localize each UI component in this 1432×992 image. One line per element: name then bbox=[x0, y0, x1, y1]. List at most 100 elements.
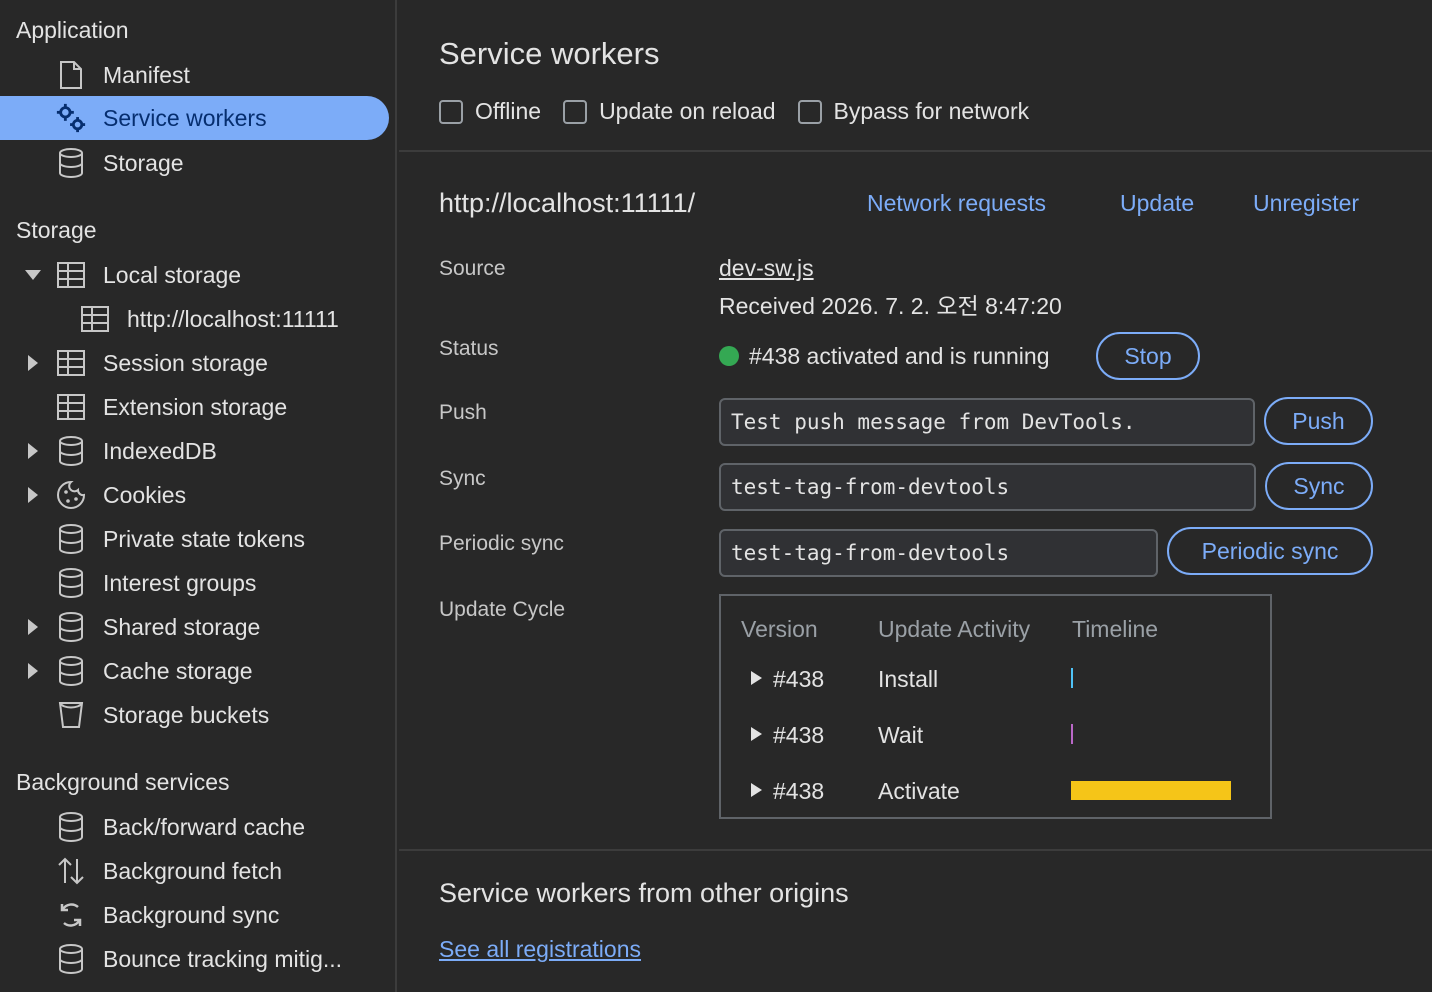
offline-option[interactable]: Offline bbox=[439, 98, 541, 125]
status-label: Status bbox=[439, 337, 499, 360]
network-requests-link[interactable]: Network requests bbox=[867, 190, 1046, 217]
offline-checkbox[interactable] bbox=[439, 99, 463, 124]
col-update-activity: Update Activity bbox=[878, 616, 1031, 642]
see-all-registrations-link[interactable]: See all registrations bbox=[439, 936, 641, 963]
offline-label: Offline bbox=[475, 98, 542, 124]
sidebar-item-label: Cache storage bbox=[103, 657, 253, 684]
push-button[interactable]: Push bbox=[1264, 397, 1373, 445]
cookie-icon bbox=[55, 479, 87, 511]
database-icon bbox=[55, 943, 87, 975]
sidebar-item-label: Background fetch bbox=[103, 857, 283, 884]
sync-icon bbox=[55, 899, 87, 931]
table-icon bbox=[55, 347, 87, 379]
sidebar-item-label: Extension storage bbox=[103, 393, 288, 420]
received-timestamp: Received 2026. 7. 2. 오전 8:47:20 bbox=[719, 293, 1062, 319]
unregister-link[interactable]: Unregister bbox=[1253, 190, 1359, 217]
bypass-for-network-option[interactable]: Bypass for network bbox=[797, 98, 1029, 125]
worker-origin: http://localhost:11111/ bbox=[439, 188, 696, 218]
update-on-reload-checkbox[interactable] bbox=[563, 99, 588, 124]
sidebar-item-storage[interactable]: Storage bbox=[0, 141, 389, 185]
sidebar-item-shared-storage[interactable]: Shared storage bbox=[0, 605, 389, 649]
sidebar-section-storage: Storage bbox=[16, 217, 97, 243]
divider bbox=[399, 150, 1432, 152]
sidebar-item-label: Cookies bbox=[103, 481, 187, 508]
update-on-reload-option[interactable]: Update on reload bbox=[563, 98, 776, 125]
chevron-down-icon[interactable] bbox=[24, 266, 42, 284]
sidebar-item-background-fetch[interactable]: Background fetch bbox=[0, 849, 389, 893]
sidebar-item-cache-storage[interactable]: Cache storage bbox=[0, 649, 389, 693]
push-label: Push bbox=[439, 401, 487, 424]
expand-triangle-icon[interactable] bbox=[751, 783, 762, 797]
sidebar-section-application: Application bbox=[16, 17, 129, 43]
periodic-sync-label: Periodic sync bbox=[439, 532, 564, 555]
sync-label: Sync bbox=[439, 467, 486, 490]
table-icon bbox=[55, 259, 87, 291]
database-icon bbox=[55, 811, 87, 843]
sidebar-item-service-workers[interactable]: Service workers bbox=[0, 96, 389, 140]
sidebar-item-private-state-tokens[interactable]: Private state tokens bbox=[0, 517, 389, 561]
source-label: Source bbox=[439, 257, 506, 280]
sidebar-item-indexeddb[interactable]: IndexedDB bbox=[0, 429, 389, 473]
sidebar-item-local-storage-origin[interactable]: http://localhost:11111 bbox=[0, 297, 389, 341]
sidebar-item-bounce-tracking[interactable]: Bounce tracking mitig... bbox=[0, 937, 389, 981]
sidebar-item-extension-storage[interactable]: Extension storage bbox=[0, 385, 389, 429]
sidebar-item-label: http://localhost:11111 bbox=[127, 305, 339, 332]
divider bbox=[399, 849, 1432, 851]
timeline-bar-activate bbox=[1071, 781, 1231, 800]
options-row: Offline Update on reload Bypass for netw… bbox=[439, 98, 1051, 125]
sidebar-item-manifest[interactable]: Manifest bbox=[0, 53, 389, 97]
sidebar-item-interest-groups[interactable]: Interest groups bbox=[0, 561, 389, 605]
row-version: #438 bbox=[773, 722, 825, 748]
sync-tag-input[interactable]: test-tag-from-devtools bbox=[719, 463, 1256, 511]
sync-button[interactable]: Sync bbox=[1265, 462, 1373, 510]
push-message-input[interactable]: Test push message from DevTools. bbox=[719, 398, 1255, 446]
page-title: Service workers bbox=[439, 36, 660, 71]
sidebar-item-label: Interest groups bbox=[103, 569, 257, 596]
sidebar-item-background-sync[interactable]: Background sync bbox=[0, 893, 389, 937]
chevron-right-icon[interactable] bbox=[24, 354, 42, 372]
timeline-bar-wait bbox=[1071, 724, 1073, 744]
update-link[interactable]: Update bbox=[1120, 190, 1194, 217]
chevron-right-icon[interactable] bbox=[24, 618, 42, 636]
bucket-icon bbox=[55, 699, 87, 731]
sidebar-item-back-forward-cache[interactable]: Back/forward cache bbox=[0, 805, 389, 849]
sidebar: Application Manifest Service workers Sto… bbox=[0, 0, 397, 992]
main-panel: Service workers Offline Update on reload… bbox=[399, 0, 1432, 992]
sidebar-item-label: Session storage bbox=[103, 349, 268, 376]
database-icon bbox=[55, 655, 87, 687]
periodic-sync-tag-input[interactable]: test-tag-from-devtools bbox=[719, 529, 1158, 577]
sidebar-item-label: Bounce tracking mitig... bbox=[103, 945, 343, 972]
sidebar-item-cookies[interactable]: Cookies bbox=[0, 473, 389, 517]
sidebar-item-label: Service workers bbox=[103, 104, 267, 131]
sidebar-item-session-storage[interactable]: Session storage bbox=[0, 341, 389, 385]
sidebar-item-label: Shared storage bbox=[103, 613, 261, 640]
database-icon bbox=[55, 567, 87, 599]
chevron-right-icon[interactable] bbox=[24, 486, 42, 504]
sidebar-item-label: Manifest bbox=[103, 61, 190, 88]
row-activity: Install bbox=[878, 666, 939, 692]
table-icon bbox=[55, 391, 87, 423]
up-down-arrows-icon bbox=[55, 855, 87, 887]
sidebar-item-label: Storage buckets bbox=[103, 701, 270, 728]
bypass-for-network-checkbox[interactable] bbox=[797, 99, 822, 124]
sidebar-item-storage-buckets[interactable]: Storage buckets bbox=[0, 693, 389, 737]
update-cycle-table: Version Update Activity Timeline #438 In… bbox=[719, 594, 1272, 819]
chevron-right-icon[interactable] bbox=[24, 662, 42, 680]
sidebar-item-local-storage[interactable]: Local storage bbox=[0, 253, 389, 297]
gears-icon bbox=[55, 102, 87, 134]
sidebar-item-label: Storage bbox=[103, 149, 184, 176]
other-origins-title: Service workers from other origins bbox=[439, 878, 849, 908]
sidebar-section-background-services: Background services bbox=[16, 769, 230, 795]
periodic-sync-button[interactable]: Periodic sync bbox=[1167, 527, 1373, 575]
expand-triangle-icon[interactable] bbox=[751, 727, 762, 741]
sidebar-item-label: Private state tokens bbox=[103, 525, 305, 552]
chevron-right-icon[interactable] bbox=[24, 442, 42, 460]
sidebar-item-label: IndexedDB bbox=[103, 437, 217, 464]
row-version: #438 bbox=[773, 778, 825, 804]
source-file-link[interactable]: dev-sw.js bbox=[719, 255, 814, 282]
status-text: #438 activated and is running bbox=[749, 343, 1050, 369]
sidebar-item-label: Local storage bbox=[103, 261, 242, 288]
status-value: #438 activated and is running bbox=[719, 343, 1050, 370]
stop-button[interactable]: Stop bbox=[1096, 332, 1200, 380]
expand-triangle-icon[interactable] bbox=[751, 671, 762, 685]
